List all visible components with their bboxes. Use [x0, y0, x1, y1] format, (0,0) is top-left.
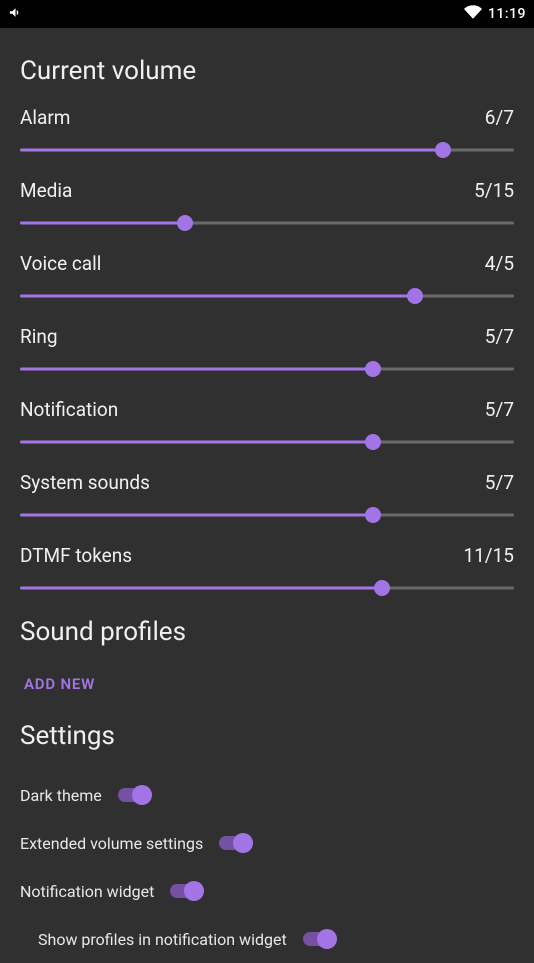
slider-label: System sounds: [20, 471, 150, 494]
slider-thumb[interactable]: [374, 580, 390, 596]
slider-track[interactable]: [20, 143, 514, 157]
toggle-switch[interactable]: [118, 785, 152, 805]
slider-label: Notification: [20, 398, 118, 421]
slider-thumb[interactable]: [365, 434, 381, 450]
slider-thumb[interactable]: [365, 361, 381, 377]
toggle-row-extended-volume-settings: Extended volume settings: [20, 819, 514, 867]
toggle-label: Dark theme: [20, 786, 102, 805]
slider-label: Voice call: [20, 252, 101, 275]
slider-ring: Ring 5/7: [20, 325, 514, 376]
toggle-switch[interactable]: [303, 929, 337, 949]
slider-value: 5/7: [485, 471, 514, 494]
toggle-label: Show profiles in notification widget: [38, 930, 287, 949]
slider-thumb[interactable]: [435, 142, 451, 158]
slider-value: 5/15: [474, 179, 514, 202]
slider-value: 4/5: [485, 252, 514, 275]
switch-thumb: [132, 785, 152, 805]
toggle-label: Notification widget: [20, 882, 154, 901]
slider-track[interactable]: [20, 362, 514, 376]
slider-media: Media 5/15: [20, 179, 514, 230]
slider-track[interactable]: [20, 581, 514, 595]
slider-label: Alarm: [20, 106, 70, 129]
slider-dtmf-tokens: DTMF tokens 11/15: [20, 544, 514, 595]
toggle-switch[interactable]: [170, 881, 204, 901]
slider-track[interactable]: [20, 289, 514, 303]
add-new-button[interactable]: ADD NEW: [20, 667, 99, 701]
toggle-row-notification-widget: Notification widget: [20, 867, 514, 915]
status-bar: 11:19: [0, 0, 534, 28]
slider-track[interactable]: [20, 435, 514, 449]
toggle-label: Extended volume settings: [20, 834, 203, 853]
slider-thumb[interactable]: [365, 507, 381, 523]
slider-thumb[interactable]: [177, 215, 193, 231]
wifi-icon: [464, 3, 482, 25]
slider-voice-call: Voice call 4/5: [20, 252, 514, 303]
section-title-current-volume: Current volume: [20, 56, 514, 86]
toggle-row-dark-theme: Dark theme: [20, 771, 514, 819]
slider-value: 5/7: [485, 398, 514, 421]
slider-alarm: Alarm 6/7: [20, 106, 514, 157]
toggle-switch[interactable]: [219, 833, 253, 853]
status-clock: 11:19: [488, 6, 526, 22]
volume-icon: [8, 5, 23, 24]
switch-thumb: [184, 881, 204, 901]
slider-label: Media: [20, 179, 72, 202]
slider-track[interactable]: [20, 508, 514, 522]
switch-thumb: [317, 929, 337, 949]
slider-label: DTMF tokens: [20, 544, 132, 567]
slider-value: 5/7: [485, 325, 514, 348]
slider-notification: Notification 5/7: [20, 398, 514, 449]
toggle-row-show-profiles-in-notification-widget: Show profiles in notification widget: [20, 915, 514, 963]
slider-value: 6/7: [485, 106, 514, 129]
slider-track[interactable]: [20, 216, 514, 230]
slider-system-sounds: System sounds 5/7: [20, 471, 514, 522]
slider-value: 11/15: [463, 544, 514, 567]
section-title-settings: Settings: [20, 721, 514, 751]
section-title-sound-profiles: Sound profiles: [20, 617, 514, 647]
switch-thumb: [233, 833, 253, 853]
slider-label: Ring: [20, 325, 58, 348]
slider-thumb[interactable]: [407, 288, 423, 304]
